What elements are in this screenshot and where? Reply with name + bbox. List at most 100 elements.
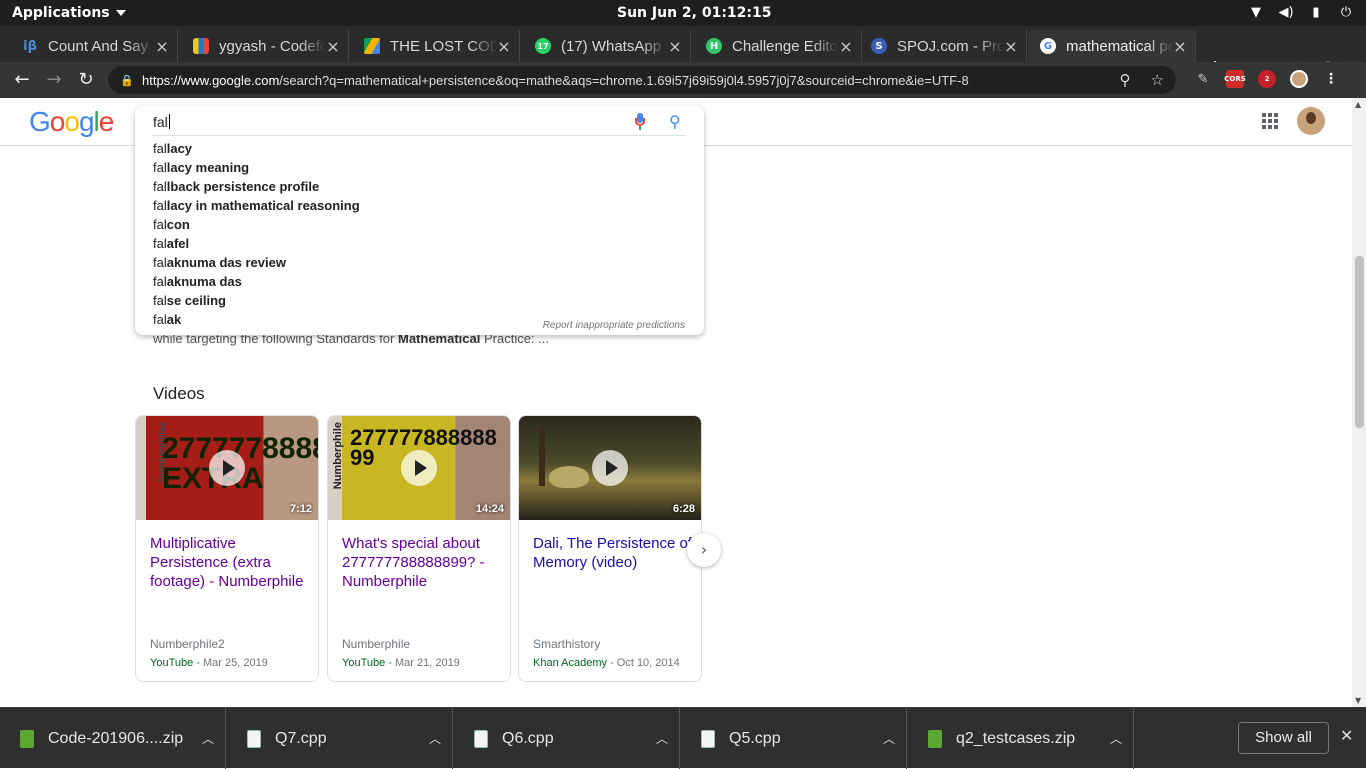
tab-challenge-editor[interactable]: H Challenge Editor ×	[694, 30, 862, 62]
video-thumbnail[interactable]: Numberphile 27777788888899 14:24	[328, 416, 510, 520]
battery-icon[interactable]: ▮	[1308, 4, 1324, 20]
tab-lost-code[interactable]: THE LOST CODE×	[352, 30, 520, 62]
tab-count-and-say[interactable]: iβ Count And Say ×	[10, 30, 178, 62]
wifi-icon[interactable]: ▼	[1248, 4, 1264, 20]
chevron-up-icon[interactable]: ︿	[645, 730, 679, 747]
suggestion-completion: lacy meaning	[166, 160, 250, 175]
applications-label: Applications	[12, 5, 110, 21]
close-icon[interactable]: ×	[155, 37, 169, 56]
suggestion-completion: lback persistence profile	[166, 179, 320, 194]
codeforces-icon	[193, 38, 209, 54]
download-item[interactable]: Q7.cpp ︿	[227, 708, 453, 769]
suggestion-item[interactable]: falcon	[153, 215, 360, 234]
video-thumbnail[interactable]: 6:28	[519, 416, 701, 520]
downloads-bar: Code-201906....zip ︿ Q7.cpp ︿ Q6.cpp ︿ Q5.c…	[0, 707, 1366, 769]
zoom-icon[interactable]: ⚲	[1120, 71, 1131, 89]
video-date: - Mar 21, 2019	[385, 657, 460, 669]
back-button[interactable]: ←	[10, 68, 34, 92]
profile-avatar-icon[interactable]	[1290, 70, 1308, 88]
chevron-up-icon[interactable]: ︿	[191, 730, 225, 747]
video-platform: YouTube	[342, 657, 386, 669]
avatar[interactable]	[1297, 107, 1325, 135]
google-logo[interactable]: Google	[29, 106, 114, 138]
download-item[interactable]: Code-201906....zip ︿	[0, 708, 226, 769]
reload-button[interactable]: ↻	[74, 68, 98, 92]
suggestion-item[interactable]: fallacy in mathematical reasoning	[153, 196, 360, 215]
cors-extension-icon[interactable]: CORS	[1224, 70, 1246, 88]
clock[interactable]: Sun Jun 2, 01:12:15	[617, 5, 772, 21]
suggestion-item[interactable]: false ceiling	[153, 291, 360, 310]
report-predictions-link[interactable]: Report inappropriate predictions	[543, 320, 685, 331]
page-scrollbar[interactable]: ▲ ▼	[1352, 98, 1366, 707]
close-icon[interactable]: ×	[1004, 37, 1018, 56]
volume-icon[interactable]: ◀)	[1278, 4, 1294, 20]
tab-spoj[interactable]: S SPOJ.com - Problem×	[859, 30, 1027, 62]
search-input[interactable]: fal	[153, 114, 170, 130]
video-thumbnail[interactable]: Numberphile2 2777778888899 EXTRA 7:12	[136, 416, 318, 520]
google-results-page: Google fal ⚲ fallacy fallacy meaning fallb…	[0, 98, 1352, 707]
tab-codeforces[interactable]: ygyash - Codeforces×	[181, 30, 349, 62]
power-icon[interactable]: ⏻	[1338, 4, 1354, 20]
chevron-up-icon[interactable]: ︿	[418, 730, 452, 747]
forward-button[interactable]: →	[42, 68, 66, 92]
menu-icon[interactable]: ⋮	[1322, 70, 1340, 88]
video-duration: 7:12	[289, 503, 312, 515]
download-name: q2_testcases.zip	[956, 729, 1076, 747]
suggestion-item[interactable]: fallacy	[153, 139, 360, 158]
chevron-up-icon[interactable]: ︿	[872, 730, 906, 747]
tab-title: mathematical persistence	[1066, 37, 1173, 55]
videos-heading: Videos	[153, 384, 205, 403]
scrollbar-thumb[interactable]	[1355, 256, 1364, 428]
close-icon[interactable]: ×	[1173, 37, 1187, 56]
url-text: https://www.google.com/search?q=mathemat…	[142, 73, 1100, 88]
address-bar[interactable]: 🔒 https://www.google.com/search?q=mathem…	[108, 66, 1176, 94]
play-icon[interactable]	[401, 450, 437, 486]
download-item[interactable]: q2_testcases.zip ︿	[908, 708, 1134, 769]
video-title-link[interactable]: What's special about 277777788888899? - …	[342, 534, 502, 591]
play-icon[interactable]	[592, 450, 628, 486]
videos-next-button[interactable]: ›	[687, 533, 721, 567]
close-icon[interactable]: ×	[668, 37, 682, 56]
play-icon[interactable]	[209, 450, 245, 486]
video-source: Numberphile	[342, 637, 411, 651]
download-item[interactable]: Q6.cpp ︿	[454, 708, 680, 769]
tab-mathematical-persistence[interactable]: Gmathematical persistence×	[1028, 30, 1196, 62]
suggestion-completion: aknuma das review	[166, 255, 286, 270]
video-card[interactable]: 6:28 Dali, The Persistence of Memory (vi…	[518, 415, 702, 682]
suggestion-typed: fal	[153, 217, 167, 232]
video-card[interactable]: Numberphile2 2777778888899 EXTRA 7:12 Mu…	[135, 415, 319, 682]
bookmark-star-icon[interactable]: ☆	[1151, 71, 1164, 89]
apps-grid-icon[interactable]	[1262, 113, 1278, 129]
microphone-icon[interactable]	[634, 113, 646, 131]
red-extension-icon[interactable]: 2	[1258, 70, 1276, 88]
suggestion-item[interactable]: fallacy meaning	[153, 158, 360, 177]
scroll-up-icon[interactable]: ▲	[1355, 100, 1361, 109]
pen-extension-icon[interactable]: ✎	[1194, 70, 1212, 88]
suggestion-item[interactable]: falak	[153, 310, 360, 329]
cpp-file-icon	[701, 729, 715, 748]
suggestion-item[interactable]: falaknuma das review	[153, 253, 360, 272]
video-title-link[interactable]: Multiplicative Persistence (extra footag…	[150, 534, 310, 591]
tab-whatsapp[interactable]: 17 (17) WhatsApp ×	[523, 30, 691, 62]
suggestion-item[interactable]: falaknuma das	[153, 272, 360, 291]
scroll-down-icon[interactable]: ▼	[1355, 696, 1361, 705]
video-card[interactable]: Numberphile 27777788888899 14:24 What's …	[327, 415, 511, 682]
download-item[interactable]: Q5.cpp ︿	[681, 708, 907, 769]
chevron-up-icon[interactable]: ︿	[1099, 730, 1133, 747]
suggestion-completion: ak	[166, 312, 182, 327]
show-all-downloads-button[interactable]: Show all	[1238, 722, 1329, 754]
search-icon[interactable]: ⚲	[669, 112, 681, 131]
suggestion-item[interactable]: fallback persistence profile	[153, 177, 360, 196]
close-icon[interactable]: ×	[497, 37, 511, 56]
video-title-link[interactable]: Dali, The Persistence of Memory (video)	[533, 534, 693, 572]
video-source: Smarthistory	[533, 637, 601, 651]
tab-title: ygyash - Codeforces	[219, 37, 326, 55]
close-icon[interactable]: ×	[839, 37, 853, 56]
suggestion-typed: fal	[153, 160, 167, 175]
close-icon[interactable]: ×	[326, 37, 340, 56]
suggestion-item[interactable]: falafel	[153, 234, 360, 253]
desktop-top-bar: Applications Sun Jun 2, 01:12:15 ▼ ◀) ▮ …	[0, 0, 1366, 26]
applications-menu[interactable]: Applications	[12, 5, 126, 21]
hackerrank-icon: H	[706, 38, 722, 54]
close-downloads-icon[interactable]: ✕	[1340, 726, 1353, 745]
